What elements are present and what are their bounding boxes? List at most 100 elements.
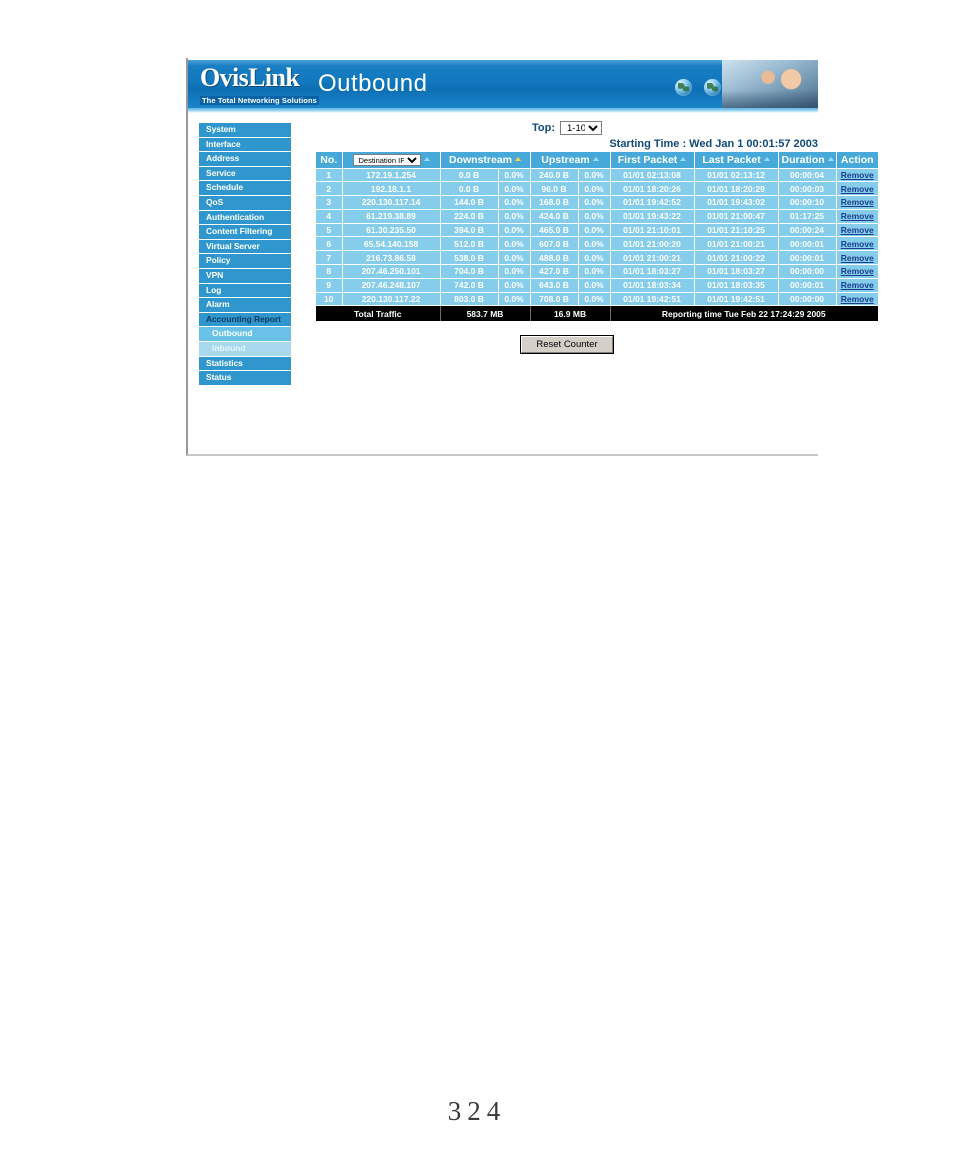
remove-link[interactable]: Remove (841, 239, 874, 249)
remove-link[interactable]: Remove (841, 197, 874, 207)
sidebar-item-vpn[interactable]: VPN (199, 268, 291, 283)
cell-downstream: 803.0 B (440, 292, 499, 307)
sidebar-item-log[interactable]: Log (199, 283, 291, 298)
sort-arrow-icon[interactable] (423, 156, 430, 161)
column-header-upstream-label: Upstream (541, 153, 590, 166)
table-body: 1 172.19.1.254 0.0 B 0.0% 240.0 B 0.0% 0… (316, 168, 879, 321)
cell-upstream: 488.0 B (530, 250, 579, 266)
cell-action[interactable]: Remove (836, 236, 879, 252)
sidebar-item-address[interactable]: Address (199, 152, 291, 166)
column-header-downstream[interactable]: Downstream (440, 152, 531, 169)
sidebar-subitem-outbound[interactable]: Outbound (199, 327, 291, 341)
sidebar-item-statistics[interactable]: Statistics (199, 356, 291, 371)
cell-upstream-pct: 0.0% (578, 223, 611, 238)
remove-link[interactable]: Remove (841, 253, 874, 263)
remove-link[interactable]: Remove (841, 266, 874, 276)
cell-first-packet: 01/01 21:10:01 (610, 223, 695, 238)
total-downstream-value: 583.7 MB (440, 305, 531, 321)
cell-ip: 216.73.86.58 (342, 250, 441, 266)
sidebar-item-status[interactable]: Status (199, 371, 291, 385)
globe-icon[interactable] (704, 79, 721, 96)
cell-downstream-pct: 0.0% (498, 223, 531, 238)
remove-link[interactable]: Remove (841, 170, 874, 180)
cell-downstream: 512.0 B (440, 236, 499, 252)
sidebar-item-content-filtering[interactable]: Content Filtering (199, 225, 291, 239)
cell-duration: 00:00:01 (778, 278, 837, 293)
sidebar-item-schedule[interactable]: Schedule (199, 181, 291, 195)
cell-upstream-pct: 0.0% (578, 209, 611, 224)
sidebar-item-interface[interactable]: Interface (199, 137, 291, 152)
sidebar-item-qos[interactable]: QoS (199, 195, 291, 210)
cell-first-packet: 01/01 02:13:08 (610, 168, 695, 183)
sidebar-item-service[interactable]: Service (199, 166, 291, 181)
page-number: 324 (447, 1096, 507, 1126)
column-header-destination[interactable]: Destination IP (342, 152, 441, 169)
cell-action[interactable]: Remove (836, 278, 879, 293)
sort-arrow-icon[interactable] (763, 156, 770, 161)
cell-ip: 192.18.1.1 (342, 181, 441, 197)
cell-duration: 00:00:00 (778, 264, 837, 279)
sort-arrow-icon[interactable] (827, 156, 834, 161)
cell-action[interactable]: Remove (836, 264, 879, 279)
sidebar-item-system[interactable]: System (199, 123, 291, 137)
cell-action[interactable]: Remove (836, 209, 879, 224)
sidebar-item-alarm[interactable]: Alarm (199, 298, 291, 312)
cell-no: 8 (316, 264, 343, 279)
sidebar-item-policy[interactable]: Policy (199, 254, 291, 268)
cell-ip: 172.19.1.254 (342, 168, 441, 183)
remove-link[interactable]: Remove (841, 211, 874, 221)
cell-action[interactable]: Remove (836, 250, 879, 266)
cell-downstream: 538.0 B (440, 250, 499, 266)
table-row: 10 220.130.117.22 803.0 B 0.0% 708.0 B 0… (316, 292, 879, 307)
table-row: 6 65.54.140.158 512.0 B 0.0% 607.0 B 0.0… (316, 236, 879, 252)
column-header-first-packet[interactable]: First Packet (610, 152, 695, 169)
sort-arrow-icon[interactable] (592, 156, 599, 161)
reporting-time-label: Reporting time Tue Feb 22 17:24:29 2005 (610, 305, 879, 321)
sidebar-item-authentication[interactable]: Authentication (199, 210, 291, 225)
cell-action[interactable]: Remove (836, 195, 879, 210)
banner-photo (722, 60, 818, 108)
cell-action[interactable]: Remove (836, 168, 879, 183)
column-header-upstream[interactable]: Upstream (530, 152, 611, 169)
table-row: 4 61.219.38.89 224.0 B 0.0% 424.0 B 0.0%… (316, 209, 879, 224)
sidebar-subitem-inbound[interactable]: Inbound (199, 341, 291, 356)
remove-link[interactable]: Remove (841, 184, 874, 194)
cell-first-packet: 01/01 18:20:26 (610, 181, 695, 197)
reset-counter-button[interactable]: Reset Counter (520, 334, 614, 354)
globe-icon[interactable] (675, 79, 692, 96)
column-header-last-packet[interactable]: Last Packet (694, 152, 779, 169)
cell-action[interactable]: Remove (836, 223, 879, 238)
column-header-duration[interactable]: Duration (778, 152, 837, 169)
cell-upstream-pct: 0.0% (578, 168, 611, 183)
cell-downstream-pct: 0.0% (498, 278, 531, 293)
cell-last-packet: 01/01 19:42:51 (694, 292, 779, 307)
remove-link[interactable]: Remove (841, 280, 874, 290)
sort-arrow-active-icon[interactable] (515, 156, 522, 161)
cell-downstream: 742.0 B (440, 278, 499, 293)
destination-type-select[interactable]: Destination IP (352, 153, 421, 166)
brand-logo: OvisLink The Total Networking Solutions (200, 65, 334, 105)
sort-arrow-icon[interactable] (680, 156, 687, 161)
sidebar-item-accounting-report[interactable]: Accounting Report (199, 312, 291, 327)
cell-action[interactable]: Remove (836, 181, 879, 197)
column-header-last-packet-label: Last Packet (702, 153, 761, 166)
cell-first-packet: 01/01 19:43:22 (610, 209, 695, 224)
cell-action[interactable]: Remove (836, 292, 879, 307)
top-range-select[interactable]: 1-10 (560, 121, 602, 135)
table-row: 9 207.46.248.107 742.0 B 0.0% 643.0 B 0.… (316, 278, 879, 293)
cell-last-packet: 01/01 19:43:02 (694, 195, 779, 210)
accounting-report-table: No. Destination IP Downstream Upstream F… (316, 152, 879, 321)
main-content: Top: 1-10 Starting Time : Wed Jan 1 00:0… (316, 120, 879, 354)
cell-downstream-pct: 0.0% (498, 264, 531, 279)
cell-last-packet: 01/01 21:00:21 (694, 236, 779, 252)
column-header-no[interactable]: No. (316, 152, 343, 169)
remove-link[interactable]: Remove (841, 225, 874, 235)
cell-downstream: 0.0 B (440, 181, 499, 197)
cell-downstream-pct: 0.0% (498, 292, 531, 307)
starting-time-label: Starting Time : Wed Jan 1 00:01:57 2003 (609, 138, 818, 150)
cell-no: 10 (316, 292, 343, 307)
sidebar-item-virtual-server[interactable]: Virtual Server (199, 239, 291, 254)
cell-no: 5 (316, 223, 343, 238)
cell-upstream-pct: 0.0% (578, 278, 611, 293)
remove-link[interactable]: Remove (841, 294, 874, 304)
